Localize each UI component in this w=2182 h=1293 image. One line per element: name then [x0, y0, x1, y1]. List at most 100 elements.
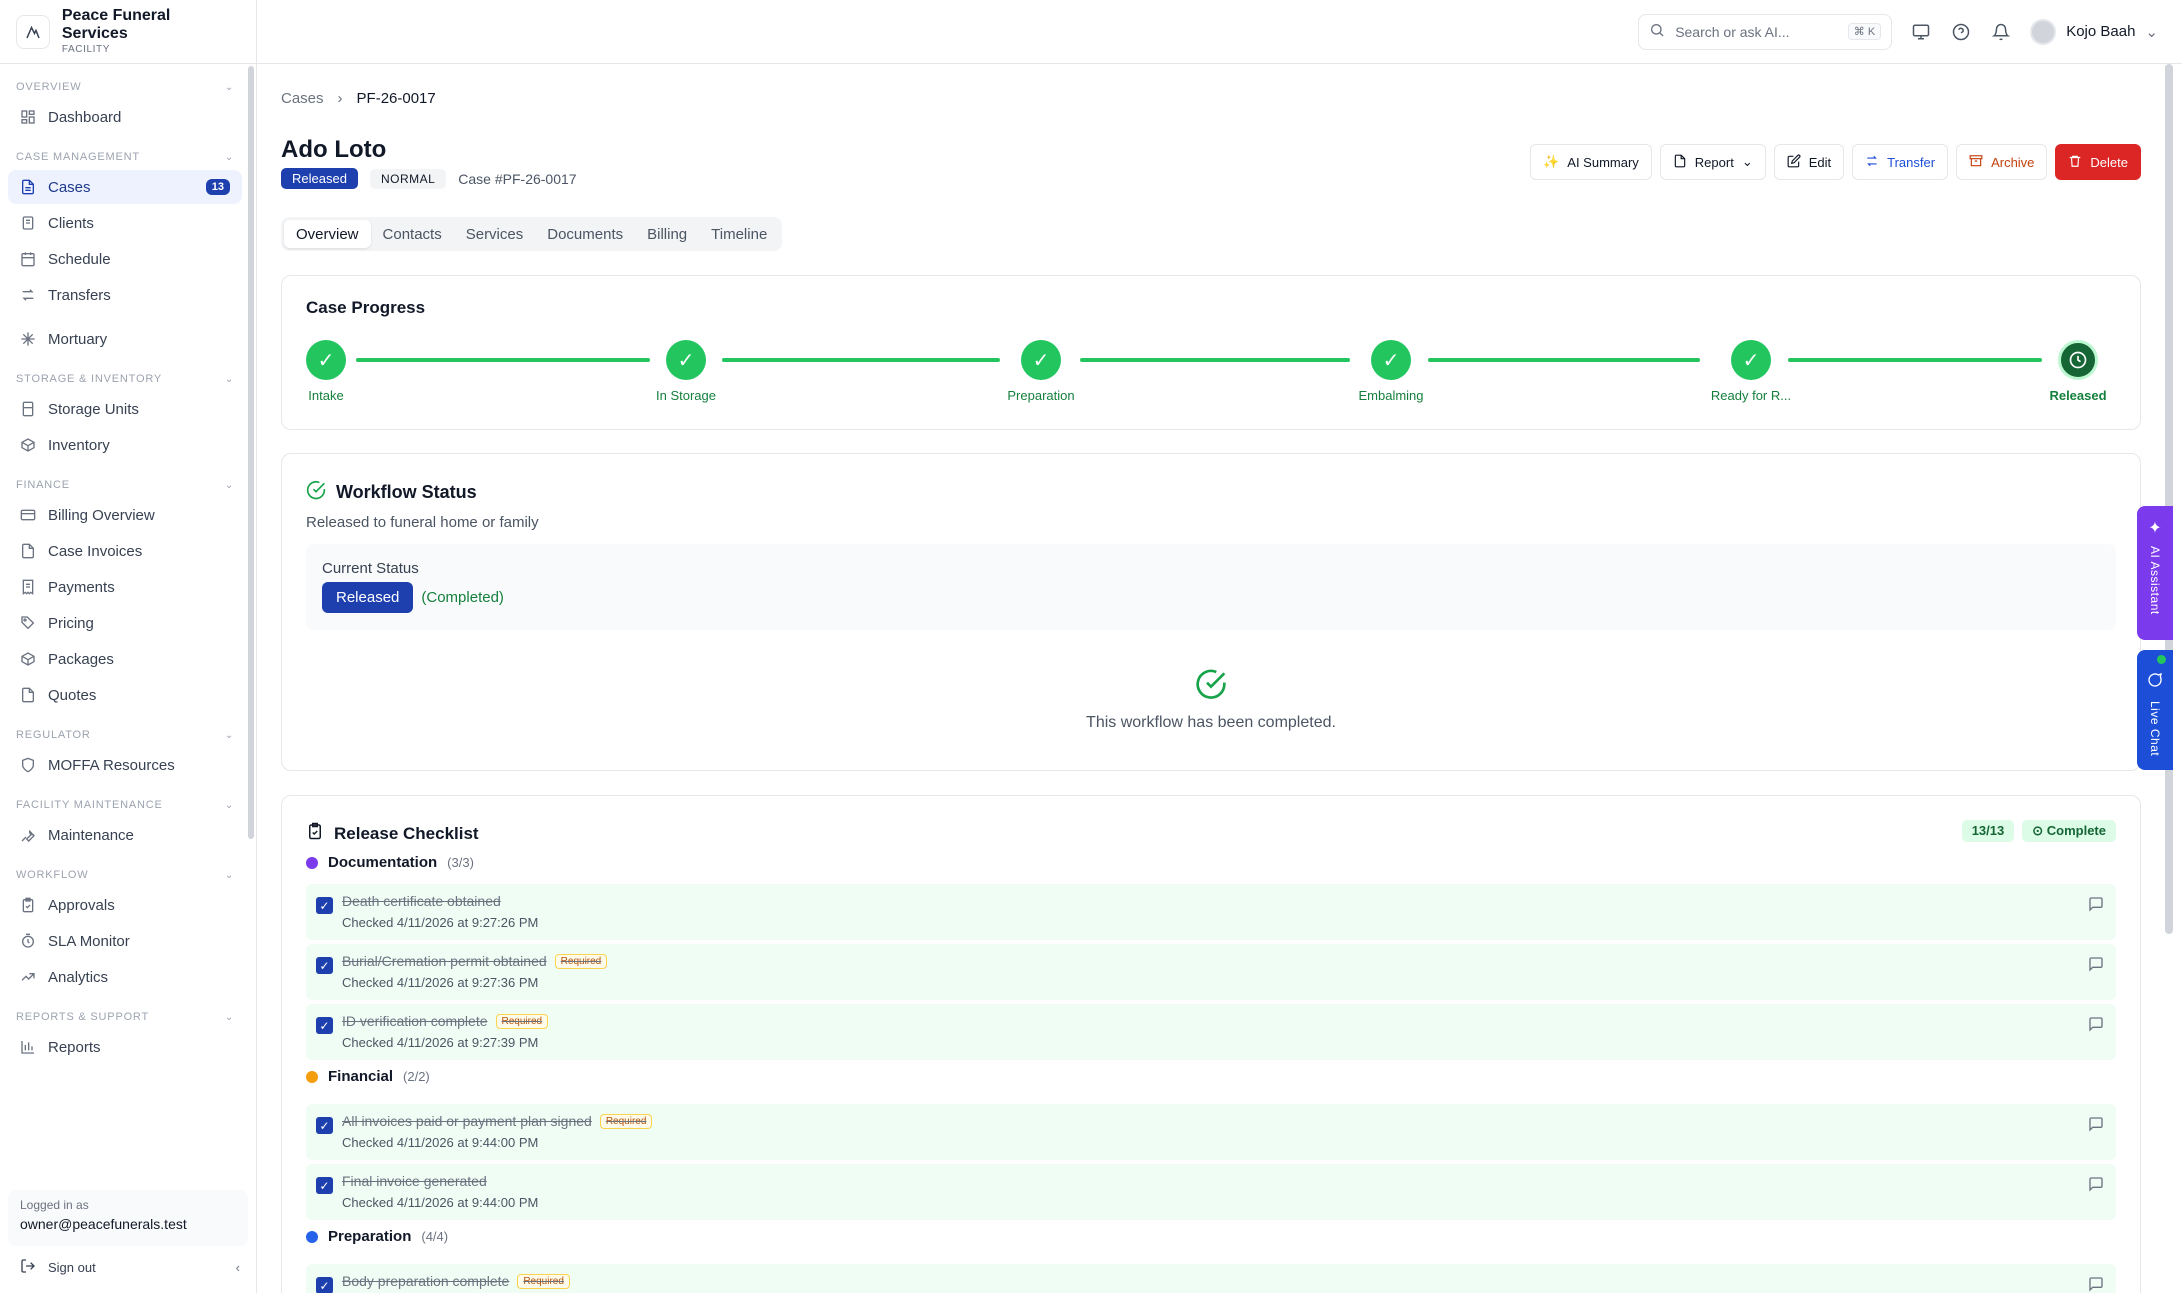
- section-finance[interactable]: FINANCE ⌄: [8, 474, 242, 496]
- online-dot: [2157, 655, 2166, 664]
- sidebar-item-analytics[interactable]: Analytics: [8, 960, 242, 994]
- sidebar-item-transfers[interactable]: Transfers: [8, 278, 242, 312]
- comment-icon[interactable]: [2088, 1016, 2104, 1037]
- monitor-icon[interactable]: [1910, 21, 1932, 43]
- checkbox[interactable]: ✓: [316, 897, 333, 914]
- step-label: Ready for R...: [1710, 388, 1792, 403]
- sidebar-item-sla-monitor[interactable]: SLA Monitor: [8, 924, 242, 958]
- checkbox[interactable]: ✓: [316, 1277, 333, 1293]
- main-scrollbar[interactable]: [2165, 64, 2173, 934]
- collapse-sidebar-icon[interactable]: ‹: [236, 1260, 240, 1275]
- timer-icon: [20, 933, 36, 949]
- case-progress-card: Case Progress ✓ ✓ ✓ ✓ ✓ Intake In Storag…: [281, 275, 2141, 430]
- tab-overview[interactable]: Overview: [284, 220, 371, 248]
- sidebar-item-label: Analytics: [48, 968, 109, 986]
- item-label: Death certificate obtained: [342, 893, 501, 909]
- section-title: FACILITY MAINTENANCE: [16, 799, 163, 811]
- sidebar-item-clients[interactable]: Clients: [8, 206, 242, 240]
- logged-in-box: Logged in as owner@peacefunerals.test: [8, 1190, 248, 1246]
- signout-button[interactable]: Sign out ‹: [20, 1255, 240, 1279]
- sidebar-item-case-invoices[interactable]: Case Invoices: [8, 534, 242, 568]
- credit-card-icon: [20, 507, 36, 523]
- report-button[interactable]: Report ⌄: [1659, 144, 1766, 180]
- priority-badge: NORMAL: [369, 168, 447, 189]
- section-title: WORKFLOW: [16, 869, 89, 881]
- sidebar-item-label: Inventory: [48, 436, 110, 454]
- tab-timeline[interactable]: Timeline: [699, 220, 779, 248]
- brand[interactable]: Peace Funeral Services FACILITY: [0, 0, 256, 64]
- live-chat-tab[interactable]: Live Chat: [2137, 650, 2173, 770]
- sidebar-item-billing-overview[interactable]: Billing Overview: [8, 498, 242, 532]
- section-overview[interactable]: OVERVIEW ⌄: [8, 76, 242, 98]
- comment-icon[interactable]: [2088, 1116, 2104, 1137]
- required-badge: Required: [599, 1113, 653, 1129]
- sidebar-item-mortuary[interactable]: Mortuary: [8, 322, 242, 356]
- item-label-text: ID verification complete: [342, 1013, 488, 1029]
- user-menu[interactable]: Kojo Baah ⌄: [2030, 18, 2158, 45]
- tab-billing[interactable]: Billing: [635, 220, 699, 248]
- checklist-row: ✓ All invoices paid or payment plan sign…: [306, 1104, 2116, 1160]
- sidebar-item-payments[interactable]: Payments: [8, 570, 242, 604]
- section-regulator[interactable]: REGULATOR ⌄: [8, 724, 242, 746]
- ai-assistant-tab[interactable]: ✦ AI Assistant: [2137, 506, 2173, 640]
- sidebar-scrollbar[interactable]: [248, 66, 254, 839]
- breadcrumb-current: PF-26-0017: [356, 90, 436, 107]
- chat-bubble-icon: [2147, 672, 2163, 693]
- chevron-down-icon: ⌄: [224, 1011, 234, 1023]
- tab-documents[interactable]: Documents: [535, 220, 635, 248]
- edit-button[interactable]: Edit: [1773, 144, 1845, 180]
- sidebar-item-quotes[interactable]: Quotes: [8, 678, 242, 712]
- step-check-icon: ✓: [306, 340, 346, 380]
- breadcrumb-cases-link[interactable]: Cases: [281, 90, 324, 107]
- tab-contacts[interactable]: Contacts: [371, 220, 454, 248]
- sidebar-item-pricing[interactable]: Pricing: [8, 606, 242, 640]
- sidebar: Peace Funeral Services FACILITY OVERVIEW…: [0, 0, 257, 1293]
- transfer-button[interactable]: Transfer: [1852, 144, 1949, 180]
- sidebar-item-maintenance[interactable]: Maintenance: [8, 818, 242, 852]
- sidebar-item-dashboard[interactable]: Dashboard: [8, 100, 242, 134]
- comment-icon[interactable]: [2088, 1276, 2104, 1293]
- sidebar-item-packages[interactable]: Packages: [8, 642, 242, 676]
- item-label: All invoices paid or payment plan signed…: [342, 1113, 653, 1129]
- section-workflow[interactable]: WORKFLOW ⌄: [8, 864, 242, 886]
- delete-button[interactable]: Delete: [2055, 144, 2141, 180]
- case-tabs: Overview Contacts Services Documents Bil…: [281, 217, 783, 251]
- group-name: Preparation: [328, 1228, 412, 1245]
- archive-button[interactable]: Archive: [1956, 144, 2048, 180]
- group-dot: [306, 1070, 318, 1083]
- sidebar-item-label: Case Invoices: [48, 542, 143, 560]
- comment-icon[interactable]: [2088, 896, 2104, 917]
- checkbox[interactable]: ✓: [316, 957, 333, 974]
- checkbox[interactable]: ✓: [316, 1017, 333, 1034]
- section-case-management[interactable]: CASE MANAGEMENT ⌄: [8, 146, 242, 168]
- search-input[interactable]: Search or ask AI... ⌘ K: [1638, 13, 1893, 50]
- sidebar-item-cases[interactable]: Cases 13: [8, 170, 242, 204]
- ai-summary-button[interactable]: ✨ AI Summary: [1530, 144, 1652, 180]
- required-badge: Required: [517, 1273, 570, 1289]
- tab-services[interactable]: Services: [454, 220, 536, 248]
- step-label: Preparation: [1007, 388, 1075, 403]
- checkbox[interactable]: ✓: [316, 1117, 333, 1134]
- check-circle-icon: ⊙: [2032, 823, 2047, 838]
- chevron-down-icon: ⌄: [224, 869, 234, 881]
- sidebar-item-storage-units[interactable]: Storage Units: [8, 392, 242, 426]
- topbar: Search or ask AI... ⌘ K Kojo Baah ⌄: [257, 0, 2182, 64]
- section-reports-support[interactable]: REPORTS & SUPPORT ⌄: [8, 1006, 242, 1028]
- group-name: Documentation: [328, 854, 438, 871]
- sidebar-item-moffa-resources[interactable]: MOFFA Resources: [8, 748, 242, 782]
- section-facility-maintenance[interactable]: FACILITY MAINTENANCE ⌄: [8, 794, 242, 816]
- archive-label: Archive: [1991, 154, 2035, 170]
- sidebar-item-approvals[interactable]: Approvals: [8, 888, 242, 922]
- section-storage-inventory[interactable]: STORAGE & INVENTORY ⌄: [8, 368, 242, 390]
- comment-icon[interactable]: [2088, 1176, 2104, 1197]
- help-icon[interactable]: [1950, 21, 1972, 43]
- checklist-title: Release Checklist: [306, 822, 479, 845]
- comment-icon[interactable]: [2088, 956, 2104, 977]
- item-label: Final invoice generated: [342, 1173, 487, 1189]
- bell-icon[interactable]: [1990, 21, 2012, 43]
- sidebar-item-schedule[interactable]: Schedule: [8, 242, 242, 276]
- invoice-icon: [20, 543, 36, 559]
- checkbox[interactable]: ✓: [316, 1177, 333, 1194]
- sidebar-item-reports[interactable]: Reports: [8, 1030, 242, 1064]
- sidebar-item-inventory[interactable]: Inventory: [8, 428, 242, 462]
